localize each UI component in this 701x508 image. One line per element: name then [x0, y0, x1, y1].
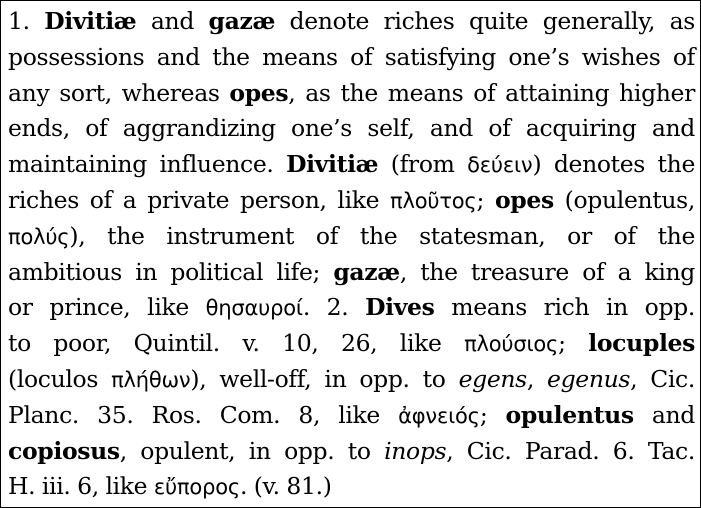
text-run: riches of a private person, like: [8, 185, 391, 214]
text-run: (loculos: [8, 364, 112, 393]
headword: Dives: [365, 293, 435, 322]
headword: Divitiæ: [286, 150, 379, 179]
text-run: possessions and the means of satisfying …: [8, 42, 695, 71]
text-run: H. iii. 6, like: [8, 472, 154, 501]
text-run: means rich in opp.: [434, 293, 695, 322]
text-run: (opulentus,: [553, 185, 696, 214]
text-run: (from: [378, 150, 468, 179]
text-line: possessions and the means of satisfying …: [8, 40, 695, 76]
headword: opulentus: [505, 400, 635, 429]
text-run: . 2.: [302, 293, 366, 322]
text-run: ends, of aggrandizing one’s self, and of…: [8, 114, 695, 143]
text-run: ) denotes the: [532, 150, 695, 179]
greek-gloss: πλούσιος: [464, 332, 559, 357]
text-run: denote riches quite generally, as: [275, 7, 696, 35]
text-run: , Cic. Parad. 6. Tac.: [446, 436, 695, 465]
text-line: H. iii. 6, like εὔπορος. (v. 81.): [8, 469, 695, 505]
synonym-entry-text: 1. Divitiæ and gazæ denote riches quite …: [8, 4, 695, 504]
text-run: to poor, Quintil. v. 10, 26, like: [8, 329, 465, 358]
headword: gazæ: [208, 7, 276, 35]
headword: opes: [494, 185, 554, 214]
greek-gloss: ἀφνειός: [398, 403, 480, 428]
greek-gloss: δεύειν: [467, 153, 533, 178]
text-line: maintaining influence. Divitiæ (from δεύ…: [8, 147, 695, 183]
text-run: 1.: [8, 7, 45, 35]
greek-gloss: εὔπορος: [153, 475, 240, 500]
headword: copiosus: [8, 436, 120, 465]
text-run: , the treasure of a king: [399, 257, 695, 286]
greek-gloss: πλήθων: [111, 367, 191, 392]
headword: opes: [229, 78, 289, 107]
headword: locuples: [588, 329, 696, 358]
text-line: copiosus, opulent, in opp. to inops, Cic…: [8, 434, 695, 470]
italic-term: egens: [458, 364, 528, 393]
text-line: riches of a private person, like πλοῦτος…: [8, 183, 695, 219]
greek-gloss: πολύς: [8, 224, 70, 249]
text-line: any sort, whereas opes, as the means of …: [8, 76, 695, 112]
italic-term: egenus: [547, 364, 631, 393]
text-run: ;: [476, 185, 495, 214]
text-line: ambitious in political life; gazæ, the t…: [8, 255, 695, 291]
text-run: ;: [558, 329, 589, 358]
text-line: to poor, Quintil. v. 10, 26, like πλούσι…: [8, 326, 695, 362]
greek-gloss: πλοῦτος: [390, 188, 477, 213]
text-run: ), well-off, in opp. to: [190, 364, 459, 393]
text-run: and: [136, 7, 209, 35]
text-run: Planc. 35. Ros. Com. 8, like: [8, 400, 399, 429]
text-line: 1. Divitiæ and gazæ denote riches quite …: [8, 4, 695, 40]
text-line: ends, of aggrandizing one’s self, and of…: [8, 111, 695, 147]
text-line: or prince, like θησαυροί. 2. Dives means…: [8, 290, 695, 326]
text-line: Planc. 35. Ros. Com. 8, like ἀφνειός; op…: [8, 398, 695, 434]
text-run: and: [633, 400, 695, 429]
text-run: any sort, whereas: [8, 78, 230, 107]
text-run: maintaining influence.: [8, 150, 287, 179]
greek-gloss: θησαυροί: [205, 296, 303, 321]
text-run: . (v. 81.): [239, 472, 332, 501]
text-run: , Cic.: [630, 364, 695, 393]
text-run: ;: [479, 400, 506, 429]
synonym-entry-box: 1. Divitiæ and gazæ denote riches quite …: [0, 0, 701, 508]
text-run: , opulent, in opp. to: [119, 436, 385, 465]
text-run: ,: [526, 364, 548, 393]
headword: Divitiæ: [44, 7, 137, 35]
text-run: ), the instrument of the statesman, or o…: [69, 221, 695, 250]
text-run: or prince, like: [8, 293, 206, 322]
text-line: (loculos πλήθων), well-off, in opp. to e…: [8, 362, 695, 398]
text-run: ambitious in political life;: [8, 257, 334, 286]
italic-term: inops: [384, 436, 447, 465]
text-run: , as the means of attaining higher: [288, 78, 695, 107]
headword: gazæ: [333, 257, 400, 286]
text-line: πολύς), the instrument of the statesman,…: [8, 219, 695, 255]
